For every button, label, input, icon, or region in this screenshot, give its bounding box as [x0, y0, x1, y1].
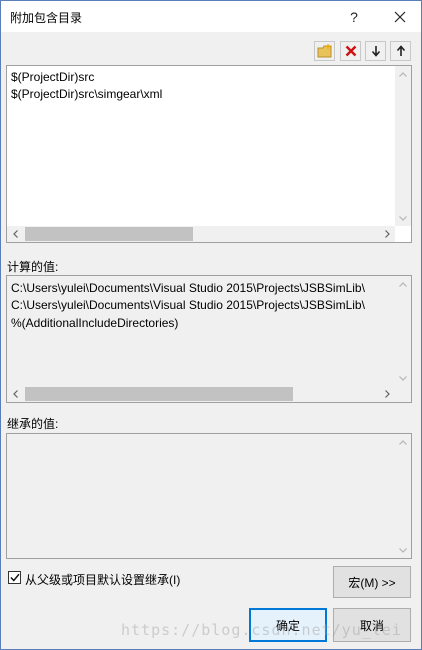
- move-up-icon: [396, 45, 405, 56]
- vertical-scrollbar[interactable]: [395, 434, 411, 558]
- new-folder-icon: [317, 44, 331, 58]
- chevron-up-icon: [399, 281, 407, 287]
- vertical-scrollbar[interactable]: [395, 276, 411, 386]
- scroll-left-arrow[interactable]: [7, 386, 23, 402]
- vertical-scrollbar[interactable]: [395, 66, 411, 226]
- scroll-down-arrow[interactable]: [395, 370, 411, 386]
- scroll-down-arrow[interactable]: [395, 210, 411, 226]
- move-up-button[interactable]: [390, 41, 411, 61]
- scroll-right-arrow[interactable]: [379, 226, 395, 242]
- help-button[interactable]: ?: [336, 1, 372, 32]
- chevron-down-icon: [399, 215, 407, 221]
- chevron-left-icon: [12, 230, 18, 238]
- scroll-up-arrow[interactable]: [395, 434, 411, 450]
- watermark-text: https://blog.csdn.net/yu_lei: [121, 621, 402, 639]
- help-icon: ?: [350, 8, 358, 25]
- macros-button[interactable]: 宏(M) >>: [333, 566, 411, 598]
- scroll-up-arrow[interactable]: [395, 66, 411, 82]
- scroll-thumb[interactable]: [25, 227, 193, 241]
- chevron-right-icon: [384, 390, 390, 398]
- checkmark-icon: [9, 573, 20, 582]
- move-down-icon: [371, 46, 380, 57]
- chevron-down-icon: [399, 547, 407, 553]
- computed-values-box: C:\Users\yulei\Documents\Visual Studio 2…: [6, 275, 412, 403]
- horizontal-scrollbar[interactable]: [7, 386, 395, 402]
- scroll-up-arrow[interactable]: [395, 276, 411, 292]
- delete-icon: [345, 45, 356, 57]
- chevron-down-icon: [399, 375, 407, 381]
- scroll-right-arrow[interactable]: [379, 386, 395, 402]
- list-item: C:\Users\yulei\Documents\Visual Studio 2…: [11, 298, 365, 312]
- list-item: C:\Users\yulei\Documents\Visual Studio 2…: [11, 281, 365, 295]
- inherited-values-box: [6, 433, 412, 559]
- list-item[interactable]: $(ProjectDir)src\simgear\xml: [11, 87, 162, 101]
- delete-line-button[interactable]: [340, 41, 361, 61]
- horizontal-scrollbar[interactable]: [7, 226, 395, 242]
- dialog-title: 附加包含目录: [10, 11, 83, 25]
- additional-include-dirs-dialog: 附加包含目录 ? $(ProjectDir)src $(ProjectDir)s…: [0, 0, 422, 650]
- computed-values-label: 计算的值:: [7, 260, 59, 274]
- move-down-button[interactable]: [365, 41, 386, 61]
- chevron-right-icon: [384, 230, 390, 238]
- scroll-thumb[interactable]: [25, 387, 293, 401]
- chevron-left-icon: [12, 390, 18, 398]
- scroll-left-arrow[interactable]: [7, 226, 23, 242]
- include-dirs-list[interactable]: $(ProjectDir)src $(ProjectDir)src\simgea…: [6, 65, 412, 243]
- title-bar: 附加包含目录 ?: [1, 1, 421, 32]
- chevron-up-icon: [399, 71, 407, 77]
- inherit-checkbox-label[interactable]: 从父级或项目默认设置继承(I): [25, 571, 180, 588]
- close-button[interactable]: [382, 1, 418, 32]
- close-icon: [394, 11, 406, 22]
- inherited-values-label: 继承的值:: [7, 417, 59, 431]
- scroll-down-arrow[interactable]: [395, 542, 411, 558]
- new-line-button[interactable]: [314, 41, 335, 61]
- chevron-up-icon: [399, 439, 407, 445]
- list-item: %(AdditionalIncludeDirectories): [11, 316, 179, 330]
- inherit-checkbox[interactable]: [8, 571, 21, 584]
- list-item[interactable]: $(ProjectDir)src: [11, 70, 94, 84]
